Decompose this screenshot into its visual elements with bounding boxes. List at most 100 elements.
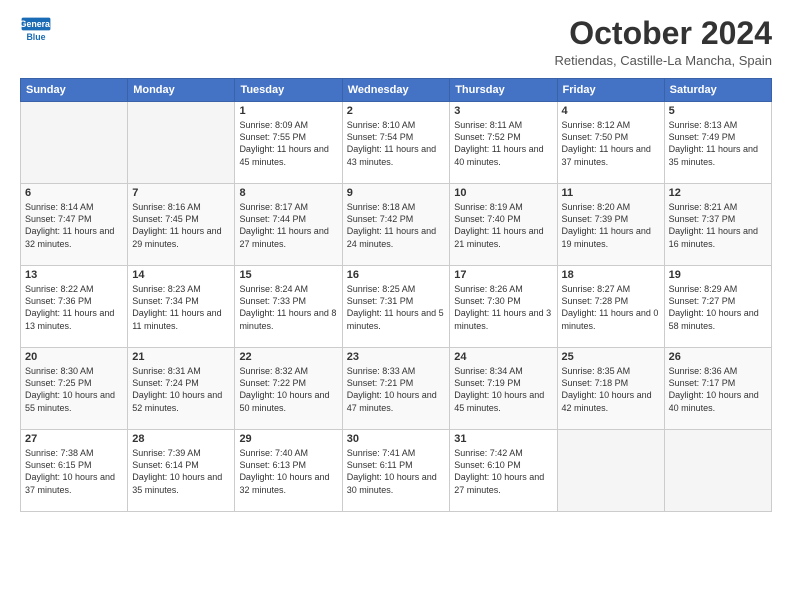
day-number: 17 bbox=[454, 269, 552, 281]
calendar-cell: 19Sunrise: 8:29 AM Sunset: 7:27 PM Dayli… bbox=[664, 266, 771, 348]
day-info: Sunrise: 8:17 AM Sunset: 7:44 PM Dayligh… bbox=[239, 201, 337, 250]
calendar-table: SundayMondayTuesdayWednesdayThursdayFrid… bbox=[20, 78, 772, 512]
calendar-cell: 22 Sunrise: 8:32 AM Sunset: 7:22 PM Dayli… bbox=[235, 348, 342, 430]
month-title: October 2024 bbox=[554, 16, 772, 51]
day-of-week-header: Tuesday bbox=[235, 79, 342, 102]
day-of-week-header: Wednesday bbox=[342, 79, 450, 102]
day-number: 4 bbox=[562, 105, 660, 117]
logo: General Blue bbox=[20, 16, 52, 48]
day-number: 5 bbox=[669, 105, 767, 117]
calendar-cell: 17 Sunrise: 8:26 AM Sunset: 7:30 PM Dayli… bbox=[450, 266, 557, 348]
day-info: Sunrise: 8:20 AM Sunset: 7:39 PM Dayligh… bbox=[562, 201, 660, 250]
day-number: 29 bbox=[239, 433, 337, 445]
calendar-cell: 4 Sunrise: 8:12 AM Sunset: 7:50 PM Daylig… bbox=[557, 102, 664, 184]
title-section: October 2024 Retiendas, Castille-La Manc… bbox=[554, 16, 772, 68]
day-info: Sunrise: 8:33 AM Sunset: 7:21 PM Dayligh… bbox=[347, 365, 446, 414]
day-info: Sunrise: 8:35 AM Sunset: 7:18 PM Dayligh… bbox=[562, 365, 660, 414]
week-row: 6Sunrise: 8:14 AM Sunset: 7:47 PM Daylig… bbox=[21, 184, 772, 266]
calendar-cell: 5Sunrise: 8:13 AM Sunset: 7:49 PM Daylig… bbox=[664, 102, 771, 184]
day-number: 2 bbox=[347, 105, 446, 117]
day-info: Sunrise: 8:19 AM Sunset: 7:40 PM Dayligh… bbox=[454, 201, 552, 250]
calendar-cell: 12 Sunrise: 8:21 AM Sunset: 7:37 PM Dayli… bbox=[664, 184, 771, 266]
day-number: 3 bbox=[454, 105, 552, 117]
calendar-cell: 29 Sunrise: 7:40 AM Sunset: 6:13 PM Dayli… bbox=[235, 430, 342, 512]
week-row: 20 Sunrise: 8:30 AM Sunset: 7:25 PM Dayli… bbox=[21, 348, 772, 430]
logo-icon: General Blue bbox=[20, 16, 52, 48]
day-number: 18 bbox=[562, 269, 660, 281]
day-number: 25 bbox=[562, 351, 660, 363]
calendar-cell: 21 Sunrise: 8:31 AM Sunset: 7:24 PM Dayli… bbox=[128, 348, 235, 430]
calendar-cell: 24Sunrise: 8:34 AM Sunset: 7:19 PM Dayli… bbox=[450, 348, 557, 430]
calendar-cell: 23Sunrise: 8:33 AM Sunset: 7:21 PM Dayli… bbox=[342, 348, 450, 430]
day-number: 30 bbox=[347, 433, 446, 445]
calendar-cell: 18Sunrise: 8:27 AM Sunset: 7:28 PM Dayli… bbox=[557, 266, 664, 348]
day-info: Sunrise: 8:31 AM Sunset: 7:24 PM Dayligh… bbox=[132, 365, 230, 414]
calendar-cell: 8Sunrise: 8:17 AM Sunset: 7:44 PM Daylig… bbox=[235, 184, 342, 266]
day-info: Sunrise: 8:09 AM Sunset: 7:55 PM Dayligh… bbox=[239, 119, 337, 168]
day-info: Sunrise: 8:32 AM Sunset: 7:22 PM Dayligh… bbox=[239, 365, 337, 414]
day-info: Sunrise: 7:39 AM Sunset: 6:14 PM Dayligh… bbox=[132, 447, 230, 496]
svg-text:Blue: Blue bbox=[26, 32, 45, 42]
calendar-cell bbox=[21, 102, 128, 184]
day-info: Sunrise: 8:21 AM Sunset: 7:37 PM Dayligh… bbox=[669, 201, 767, 250]
calendar-cell: 31Sunrise: 7:42 AM Sunset: 6:10 PM Dayli… bbox=[450, 430, 557, 512]
header-row: SundayMondayTuesdayWednesdayThursdayFrid… bbox=[21, 79, 772, 102]
location-subtitle: Retiendas, Castille-La Mancha, Spain bbox=[554, 53, 772, 68]
calendar-cell: 11Sunrise: 8:20 AM Sunset: 7:39 PM Dayli… bbox=[557, 184, 664, 266]
calendar-cell: 30Sunrise: 7:41 AM Sunset: 6:11 PM Dayli… bbox=[342, 430, 450, 512]
header: General Blue October 2024 Retiendas, Cas… bbox=[20, 16, 772, 68]
day-info: Sunrise: 8:26 AM Sunset: 7:30 PM Dayligh… bbox=[454, 283, 552, 332]
calendar-cell: 15Sunrise: 8:24 AM Sunset: 7:33 PM Dayli… bbox=[235, 266, 342, 348]
calendar-cell: 26 Sunrise: 8:36 AM Sunset: 7:17 PM Dayli… bbox=[664, 348, 771, 430]
day-number: 28 bbox=[132, 433, 230, 445]
calendar-cell: 3 Sunrise: 8:11 AM Sunset: 7:52 PM Daylig… bbox=[450, 102, 557, 184]
week-row: 13Sunrise: 8:22 AM Sunset: 7:36 PM Dayli… bbox=[21, 266, 772, 348]
day-number: 9 bbox=[347, 187, 446, 199]
day-info: Sunrise: 8:16 AM Sunset: 7:45 PM Dayligh… bbox=[132, 201, 230, 250]
day-info: Sunrise: 8:29 AM Sunset: 7:27 PM Dayligh… bbox=[669, 283, 767, 332]
calendar-cell: 2Sunrise: 8:10 AM Sunset: 7:54 PM Daylig… bbox=[342, 102, 450, 184]
day-number: 12 bbox=[669, 187, 767, 199]
day-number: 27 bbox=[25, 433, 123, 445]
day-info: Sunrise: 8:36 AM Sunset: 7:17 PM Dayligh… bbox=[669, 365, 767, 414]
calendar-cell bbox=[557, 430, 664, 512]
calendar-cell: 25 Sunrise: 8:35 AM Sunset: 7:18 PM Dayli… bbox=[557, 348, 664, 430]
day-number: 26 bbox=[669, 351, 767, 363]
day-number: 20 bbox=[25, 351, 123, 363]
day-info: Sunrise: 8:12 AM Sunset: 7:50 PM Dayligh… bbox=[562, 119, 660, 168]
day-info: Sunrise: 7:42 AM Sunset: 6:10 PM Dayligh… bbox=[454, 447, 552, 496]
day-number: 16 bbox=[347, 269, 446, 281]
day-of-week-header: Thursday bbox=[450, 79, 557, 102]
day-number: 15 bbox=[239, 269, 337, 281]
calendar-cell: 10 Sunrise: 8:19 AM Sunset: 7:40 PM Dayli… bbox=[450, 184, 557, 266]
day-info: Sunrise: 8:23 AM Sunset: 7:34 PM Dayligh… bbox=[132, 283, 230, 332]
day-number: 10 bbox=[454, 187, 552, 199]
day-info: Sunrise: 7:40 AM Sunset: 6:13 PM Dayligh… bbox=[239, 447, 337, 496]
day-of-week-header: Saturday bbox=[664, 79, 771, 102]
calendar-cell: 14 Sunrise: 8:23 AM Sunset: 7:34 PM Dayli… bbox=[128, 266, 235, 348]
svg-text:General: General bbox=[20, 19, 52, 29]
week-row: 27Sunrise: 7:38 AM Sunset: 6:15 PM Dayli… bbox=[21, 430, 772, 512]
calendar-cell bbox=[664, 430, 771, 512]
calendar-cell: 28 Sunrise: 7:39 AM Sunset: 6:14 PM Dayli… bbox=[128, 430, 235, 512]
day-info: Sunrise: 8:14 AM Sunset: 7:47 PM Dayligh… bbox=[25, 201, 123, 250]
day-number: 24 bbox=[454, 351, 552, 363]
day-number: 1 bbox=[239, 105, 337, 117]
day-number: 13 bbox=[25, 269, 123, 281]
day-info: Sunrise: 8:18 AM Sunset: 7:42 PM Dayligh… bbox=[347, 201, 446, 250]
day-info: Sunrise: 8:25 AM Sunset: 7:31 PM Dayligh… bbox=[347, 283, 446, 332]
day-number: 7 bbox=[132, 187, 230, 199]
calendar-cell: 27Sunrise: 7:38 AM Sunset: 6:15 PM Dayli… bbox=[21, 430, 128, 512]
day-number: 14 bbox=[132, 269, 230, 281]
day-number: 21 bbox=[132, 351, 230, 363]
day-info: Sunrise: 8:30 AM Sunset: 7:25 PM Dayligh… bbox=[25, 365, 123, 414]
page: General Blue October 2024 Retiendas, Cas… bbox=[0, 0, 792, 612]
calendar-cell: 20 Sunrise: 8:30 AM Sunset: 7:25 PM Dayli… bbox=[21, 348, 128, 430]
calendar-cell: 13Sunrise: 8:22 AM Sunset: 7:36 PM Dayli… bbox=[21, 266, 128, 348]
day-info: Sunrise: 8:11 AM Sunset: 7:52 PM Dayligh… bbox=[454, 119, 552, 168]
calendar-cell: 6Sunrise: 8:14 AM Sunset: 7:47 PM Daylig… bbox=[21, 184, 128, 266]
day-number: 22 bbox=[239, 351, 337, 363]
week-row: 1 Sunrise: 8:09 AM Sunset: 7:55 PM Daylig… bbox=[21, 102, 772, 184]
calendar-cell: 16 Sunrise: 8:25 AM Sunset: 7:31 PM Dayli… bbox=[342, 266, 450, 348]
calendar-cell bbox=[128, 102, 235, 184]
